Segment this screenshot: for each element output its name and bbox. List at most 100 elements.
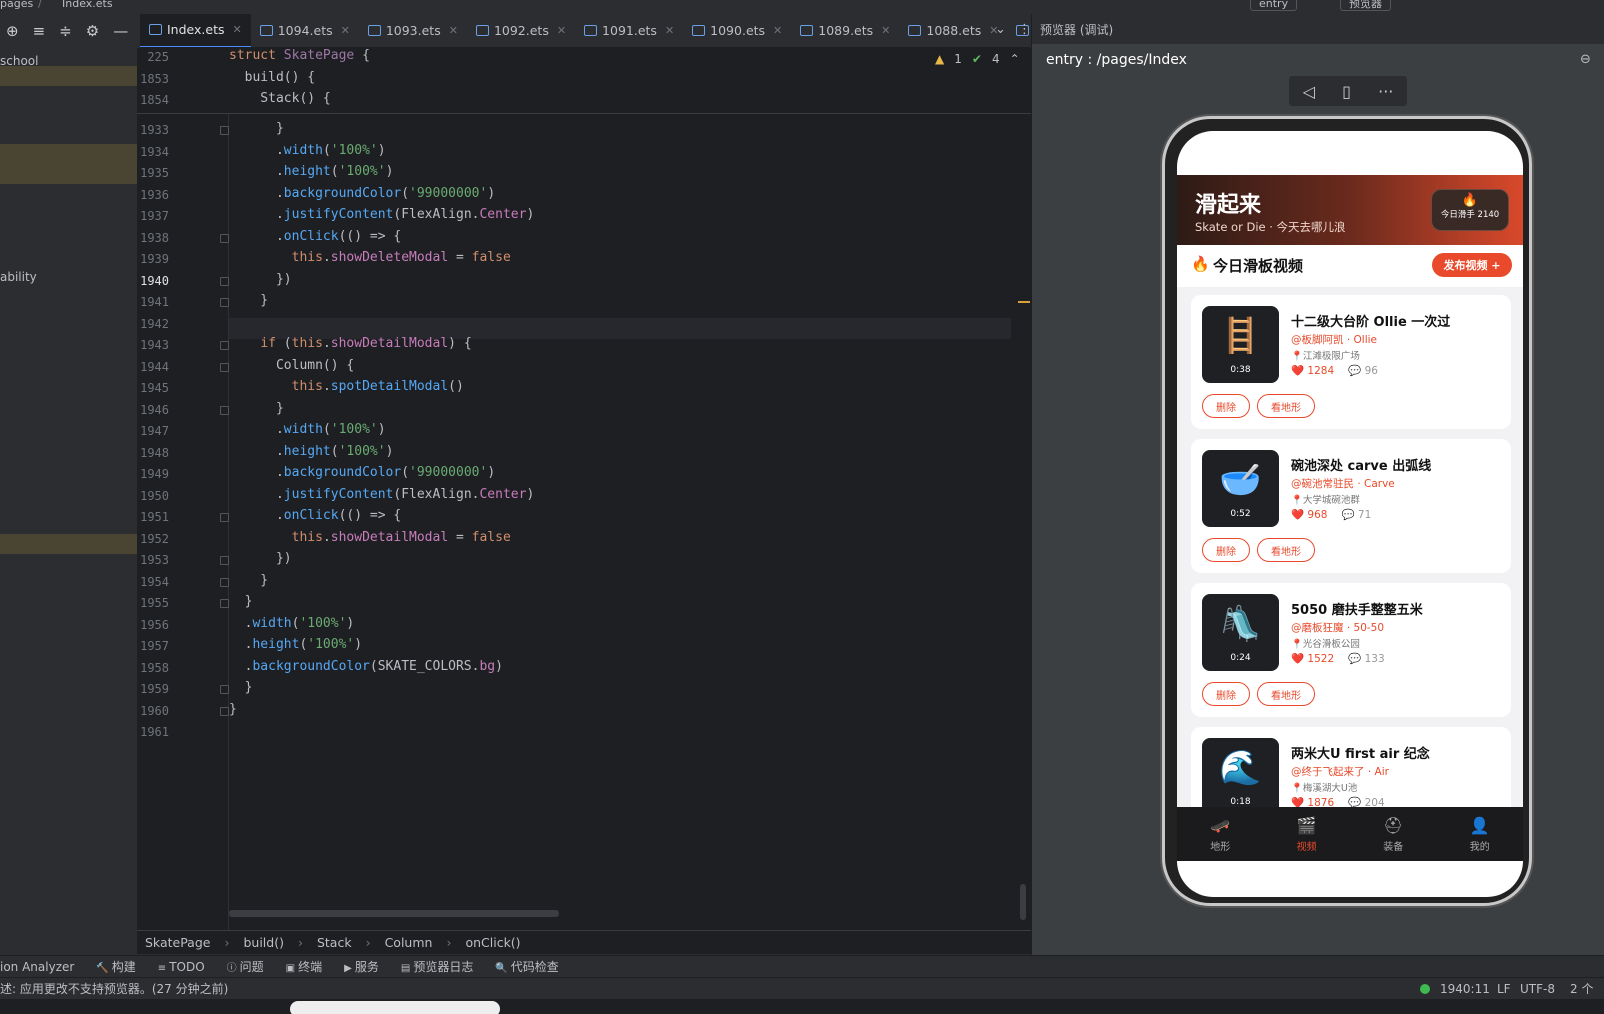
- crumb-item[interactable]: onClick(): [465, 935, 520, 950]
- video-author[interactable]: @终于飞起来了 · Air: [1291, 764, 1389, 779]
- preview-select[interactable]: 预览器: [1340, 0, 1391, 11]
- fold-marker-icon[interactable]: [220, 599, 229, 608]
- more-icon[interactable]: ···: [1378, 82, 1393, 101]
- code-line[interactable]: }: [229, 293, 268, 308]
- video-thumbnail[interactable]: 🪜 0:38: [1202, 306, 1279, 383]
- horizontal-scrollbar[interactable]: [229, 910, 559, 917]
- sticky-line[interactable]: struct SkatePage {: [229, 48, 370, 63]
- close-icon[interactable]: ✕: [881, 24, 890, 37]
- path-root[interactable]: pages: [0, 0, 33, 10]
- collapse-all-icon[interactable]: ≑: [59, 22, 72, 40]
- video-author[interactable]: @板脚阿凯 · Ollie: [1291, 332, 1377, 347]
- code-line[interactable]: .width('100%'): [229, 143, 386, 158]
- close-icon[interactable]: ✕: [557, 24, 566, 37]
- expand-all-icon[interactable]: ≡: [33, 22, 46, 40]
- locate-icon[interactable]: ⊕: [6, 22, 19, 40]
- taskbar-search[interactable]: [290, 1001, 500, 1014]
- code-line[interactable]: .width('100%'): [229, 422, 386, 437]
- crumb-item[interactable]: SkatePage: [145, 935, 210, 950]
- app-tab-3[interactable]: 👤 我的: [1470, 816, 1490, 853]
- minimize-icon[interactable]: —: [113, 22, 128, 40]
- tab-3[interactable]: 1092.ets ✕: [467, 14, 575, 47]
- app-tab-1[interactable]: 🎬 视频: [1297, 816, 1317, 853]
- indent-setting[interactable]: 2 个: [1570, 980, 1593, 997]
- delete-button[interactable]: 删除: [1202, 682, 1250, 706]
- fold-marker-icon[interactable]: [220, 341, 229, 350]
- tool-window-3[interactable]: ⓘ 问题: [227, 958, 264, 975]
- tab-0[interactable]: Index.ets ✕: [140, 14, 251, 47]
- publish-video-button[interactable]: 发布视频 +: [1432, 253, 1512, 277]
- code-line[interactable]: }): [229, 272, 292, 287]
- inspection-widget[interactable]: ▲ 1 ✔ 4 ⌃ ⌄: [935, 52, 1040, 66]
- close-icon[interactable]: ✕: [341, 24, 350, 37]
- code-line[interactable]: this.showDeleteModal = false: [229, 250, 511, 265]
- back-icon[interactable]: ◁: [1303, 82, 1315, 101]
- video-thumbnail[interactable]: 🛝 0:24: [1202, 594, 1279, 671]
- code-line[interactable]: }: [229, 121, 284, 136]
- video-card[interactable]: 🪜 0:38 十二级大台阶 Ollie 一次过 @板脚阿凯 · Ollie 📍江滩极限广…: [1191, 295, 1511, 429]
- rotate-icon[interactable]: ▯: [1342, 82, 1351, 101]
- close-icon[interactable]: ✕: [773, 24, 782, 37]
- tool-window-2[interactable]: ≡ TODO: [158, 960, 205, 974]
- tool-window-0[interactable]: ion Analyzer: [0, 960, 74, 974]
- fold-marker-icon[interactable]: [220, 298, 229, 307]
- code-line[interactable]: this.spotDetailModal(): [229, 379, 464, 394]
- tabs-dropdown-icon[interactable]: ⌄: [995, 22, 1006, 37]
- tab-6[interactable]: 1089.ets ✕: [791, 14, 899, 47]
- sticky-line[interactable]: Stack() {: [229, 91, 330, 106]
- video-author[interactable]: @磨板狂魔 · 50-50: [1291, 620, 1384, 635]
- view-terrain-button[interactable]: 看地形: [1257, 538, 1315, 562]
- code-line[interactable]: }): [229, 551, 292, 566]
- view-terrain-button[interactable]: 看地形: [1257, 682, 1315, 706]
- tab-7[interactable]: 1088.ets ✕: [899, 14, 1007, 47]
- status-message[interactable]: 述: 应用更改不支持预览器。(27 分钟之前): [0, 980, 228, 997]
- fold-marker-icon[interactable]: [220, 362, 229, 372]
- tool-window-5[interactable]: ▶ 服务: [344, 958, 379, 975]
- fold-marker-icon[interactable]: [220, 276, 229, 286]
- video-card[interactable]: 🛝 0:24 5050 磨扶手整整五米 @磨板狂魔 · 50-50 📍光谷滑板公园 ❤️ …: [1191, 583, 1511, 717]
- crumb-item[interactable]: Stack: [317, 935, 352, 950]
- video-card[interactable]: 🥣 0:52 碗池深处 carve 出弧线 @碗池常驻民 · Carve 📍大学城碗池群…: [1191, 439, 1511, 573]
- code-line[interactable]: .backgroundColor('99000000'): [229, 465, 495, 480]
- run-config-select[interactable]: entry: [1250, 0, 1298, 11]
- code-line[interactable]: .height('100%'): [229, 444, 393, 459]
- sticky-scroll-header[interactable]: 225 struct SkatePage {1853 build() {1854 …: [137, 48, 1031, 114]
- code-line[interactable]: }: [229, 594, 253, 609]
- code-line[interactable]: .width('100%'): [229, 616, 355, 631]
- tab-4[interactable]: 1091.ets ✕: [575, 14, 683, 47]
- code-line[interactable]: }: [229, 680, 253, 695]
- delete-button[interactable]: 删除: [1202, 538, 1250, 562]
- video-thumbnail[interactable]: 🥣 0:52: [1202, 450, 1279, 527]
- code-line[interactable]: Column() {: [229, 358, 354, 373]
- code-line[interactable]: }: [229, 702, 237, 717]
- file-encoding[interactable]: UTF-8: [1520, 982, 1555, 996]
- video-author[interactable]: @碗池常驻民 · Carve: [1291, 476, 1395, 491]
- fold-marker-icon[interactable]: [220, 405, 229, 415]
- app-tab-0[interactable]: 🛹 地形: [1210, 816, 1230, 853]
- crumb-item[interactable]: build(): [243, 935, 284, 950]
- tab-2[interactable]: 1093.ets ✕: [359, 14, 467, 47]
- caret-position[interactable]: 1940:11: [1440, 982, 1490, 996]
- line-separator[interactable]: LF: [1497, 982, 1511, 996]
- tool-window-7[interactable]: 🔍 代码检查: [495, 958, 558, 975]
- tree-item-ability[interactable]: ability: [0, 270, 37, 284]
- vertical-scrollbar[interactable]: [1020, 884, 1026, 920]
- zoom-icon[interactable]: ⊖: [1580, 52, 1591, 67]
- fold-marker-icon[interactable]: [220, 233, 229, 243]
- more-icon[interactable]: ⋮: [1018, 22, 1031, 37]
- fold-marker-icon[interactable]: [220, 126, 229, 135]
- fold-marker-icon[interactable]: [220, 513, 229, 522]
- video-list[interactable]: 🪜 0:38 十二级大台阶 Ollie 一次过 @板脚阿凯 · Ollie 📍江滩极限广…: [1177, 287, 1523, 807]
- code-line[interactable]: if (this.showDetailModal) {: [229, 336, 471, 351]
- fold-marker-icon[interactable]: [220, 577, 229, 587]
- delete-button[interactable]: 删除: [1202, 394, 1250, 418]
- code-line[interactable]: .height('100%'): [229, 164, 393, 179]
- gear-icon[interactable]: ⚙: [86, 22, 99, 40]
- view-terrain-button[interactable]: 看地形: [1257, 394, 1315, 418]
- code-line[interactable]: .justifyContent(FlexAlign.Center): [229, 207, 534, 222]
- fold-marker-icon[interactable]: [220, 706, 229, 716]
- code-line[interactable]: }: [229, 401, 284, 416]
- chevron-up-icon[interactable]: ⌃: [1010, 52, 1020, 66]
- code-line[interactable]: .height('100%'): [229, 637, 362, 652]
- tab-1[interactable]: 1094.ets ✕: [251, 14, 359, 47]
